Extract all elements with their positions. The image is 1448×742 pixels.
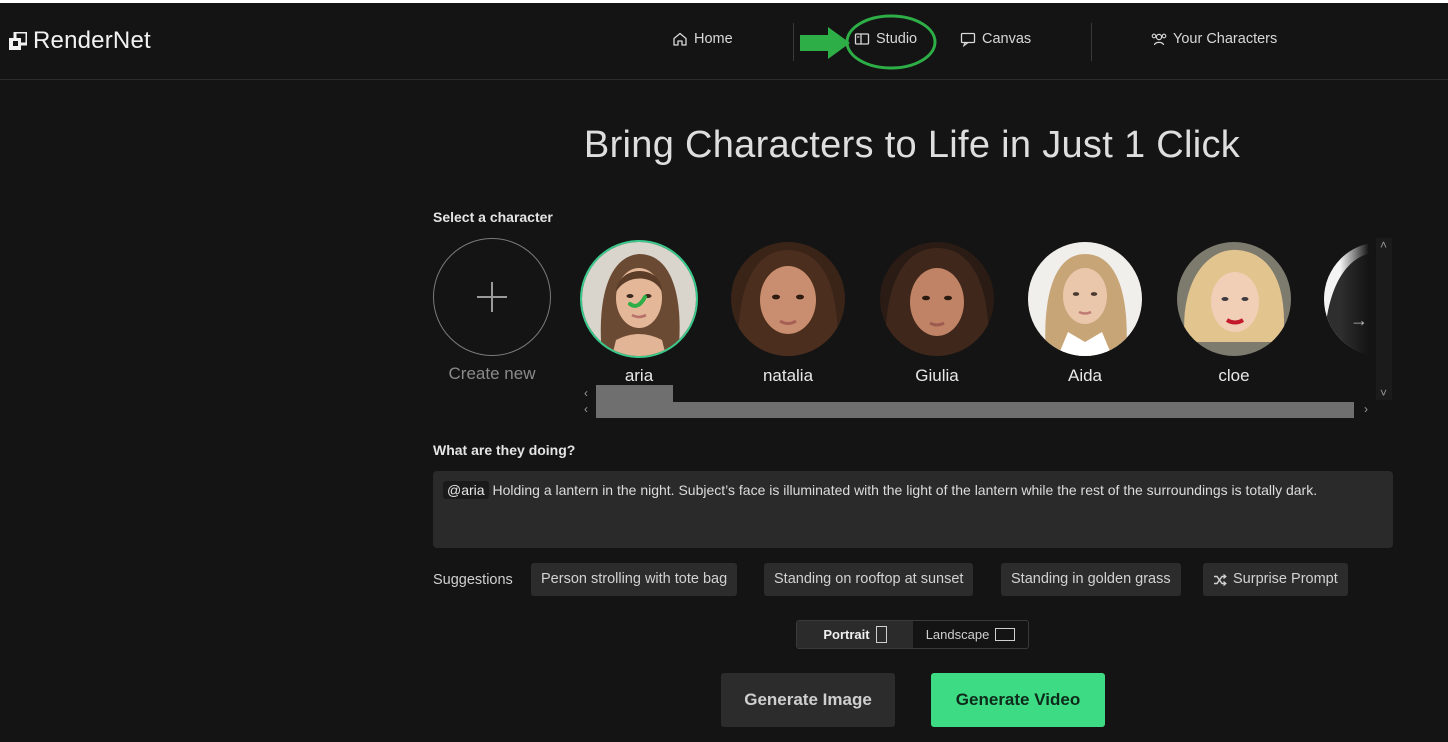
plus-icon xyxy=(477,282,507,312)
suggestions-label: Suggestions xyxy=(433,572,513,588)
scroll-left-arrow-icon[interactable]: ‹ xyxy=(584,402,588,416)
character-name: Giulia xyxy=(915,366,959,385)
app-logo[interactable]: RenderNet xyxy=(9,27,151,55)
scroll-left-arrow-icon[interactable]: ‹ xyxy=(584,386,588,400)
suggestion-chip[interactable]: Standing on rooftop at sunset xyxy=(764,563,974,596)
character-card-cloe[interactable]: cloe xyxy=(1175,240,1293,386)
character-card-giulia[interactable]: Giulia xyxy=(878,240,996,386)
nav-canvas[interactable]: Canvas xyxy=(960,31,1031,47)
portrait-image xyxy=(1028,242,1142,356)
nav-divider xyxy=(793,23,794,61)
portrait-image xyxy=(1177,242,1291,356)
avatar[interactable] xyxy=(729,240,847,358)
nav-canvas-label: Canvas xyxy=(982,31,1032,47)
portrait-frame-icon xyxy=(875,626,887,643)
canvas-icon xyxy=(960,32,976,47)
page-title: Bring Characters to Life in Just 1 Click xyxy=(583,124,1241,166)
character-name: cloe xyxy=(1218,366,1250,385)
prompt-textarea[interactable]: @aria Holding a lantern in the night. Su… xyxy=(433,471,1393,548)
portrait-image xyxy=(880,242,994,356)
scroll-right-arrow-icon[interactable]: › xyxy=(1364,402,1368,416)
nav-your-characters-label: Your Characters xyxy=(1173,31,1278,47)
app-name: RenderNet xyxy=(33,27,151,54)
portrait-image xyxy=(731,242,845,356)
rendernet-logo-icon xyxy=(9,30,29,50)
avatar[interactable] xyxy=(878,240,996,358)
nav-your-characters[interactable]: Your Characters xyxy=(1151,31,1277,47)
vertical-scrollbar[interactable] xyxy=(1376,238,1392,400)
character-name: Aida xyxy=(1067,366,1103,385)
scroll-down-arrow-icon[interactable]: ˅ xyxy=(1380,386,1387,400)
surprise-prompt-button[interactable]: Surprise Prompt xyxy=(1203,563,1348,596)
nav-home[interactable]: Home xyxy=(672,31,733,47)
portrait-image xyxy=(582,242,696,356)
character-name: aria xyxy=(624,366,654,385)
portrait-label: Portrait xyxy=(823,627,870,642)
avatar[interactable] xyxy=(580,240,698,358)
horizontal-scrollbar-thumb[interactable] xyxy=(596,385,673,403)
character-mention-tag[interactable]: @aria xyxy=(443,481,489,499)
character-card-natalia[interactable]: natalia xyxy=(729,240,847,386)
avatar[interactable] xyxy=(1026,240,1144,358)
portrait-option[interactable]: Portrait xyxy=(797,621,913,648)
top-navbar: RenderNet Home Studio Canvas Your Charac… xyxy=(0,3,1448,80)
prompt-label: What are they doing? xyxy=(433,442,576,458)
landscape-frame-icon xyxy=(995,628,1016,641)
character-card-aria[interactable]: aria xyxy=(580,240,698,386)
horizontal-scrollbar[interactable] xyxy=(596,402,1354,418)
create-new-label: Create new xyxy=(448,364,536,383)
scroll-up-arrow-icon[interactable]: ˄ xyxy=(1380,238,1387,252)
create-new-character[interactable]: Create new xyxy=(433,238,551,384)
shuffle-icon xyxy=(1214,573,1227,586)
suggestion-chip[interactable]: Standing in golden grass xyxy=(1001,563,1181,596)
orientation-toggle: Portrait Landscape xyxy=(796,620,1029,649)
character-card-aida[interactable]: Aida xyxy=(1026,240,1144,386)
prompt-text: Holding a lantern in the night. Subject’… xyxy=(492,482,1318,498)
nav-home-label: Home xyxy=(694,31,733,47)
generate-image-button[interactable]: Generate Image xyxy=(721,673,895,727)
surprise-prompt-label: Surprise Prompt xyxy=(1233,571,1338,587)
nav-divider xyxy=(1091,23,1092,61)
create-new-circle[interactable] xyxy=(433,238,551,356)
annotation-circle-icon xyxy=(845,14,937,70)
select-character-label: Select a character xyxy=(433,209,553,225)
character-name: natalia xyxy=(762,366,814,385)
landscape-option[interactable]: Landscape xyxy=(913,621,1028,648)
home-icon xyxy=(673,32,687,46)
generate-video-button[interactable]: Generate Video xyxy=(931,673,1105,727)
carousel-next-arrow-icon[interactable]: → xyxy=(1350,310,1368,331)
landscape-label: Landscape xyxy=(925,627,990,642)
users-icon xyxy=(1151,33,1167,46)
avatar[interactable] xyxy=(1175,240,1293,358)
suggestion-chip[interactable]: Person strolling with tote bag xyxy=(531,563,738,596)
